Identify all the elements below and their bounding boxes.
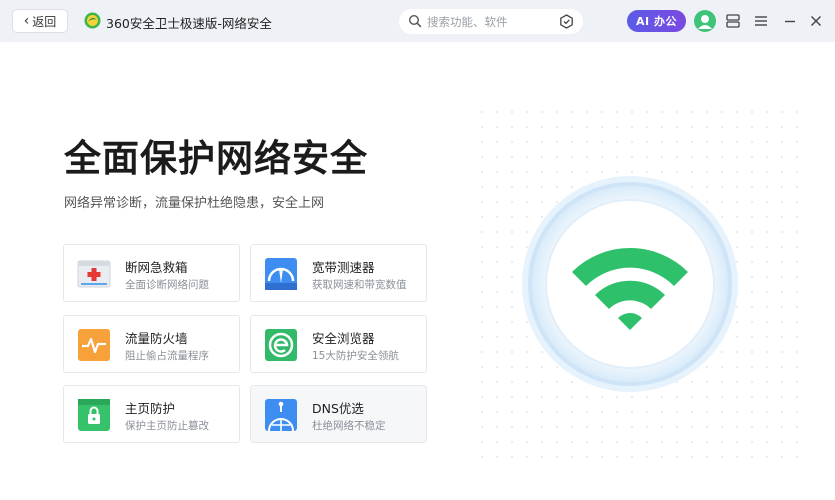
menu-icon[interactable]: [753, 13, 769, 29]
homepage-lock-icon: [78, 399, 110, 431]
app-title: 360安全卫士极速版-网络安全: [106, 16, 272, 31]
tool-card-traffic-firewall[interactable]: 流量防火墙 阻止偷占流量程序: [63, 315, 240, 373]
tool-card-speed-test[interactable]: 宽带测速器 获取网速和带宽数值: [250, 244, 427, 302]
tool-desc: 保护主页防止篡改: [125, 420, 209, 432]
tool-title: 断网急救箱: [125, 260, 188, 275]
tool-title: DNS优选: [312, 401, 364, 416]
browser-icon: [265, 329, 297, 361]
tool-card-secure-browser[interactable]: 安全浏览器 15大防护安全领航: [250, 315, 427, 373]
first-aid-kit-icon: [77, 260, 111, 288]
chevron-left-icon: ‹: [23, 13, 30, 29]
tool-desc: 全面诊断网络问题: [125, 279, 209, 291]
tool-title: 宽带测速器: [312, 260, 375, 275]
tool-card-homepage-protect[interactable]: 主页防护 保护主页防止篡改: [63, 385, 240, 443]
page-title: 全面保护网络安全: [64, 137, 368, 180]
user-icon: [698, 15, 712, 29]
close-icon[interactable]: [808, 13, 824, 29]
title-bar: ‹ 返回 360安全卫士极速版-网络安全 搜索功能、软件 AI 办公: [0, 0, 835, 42]
dns-globe-icon: [265, 399, 297, 432]
search-icon: [408, 14, 422, 28]
tool-desc: 15大防护安全领航: [312, 350, 399, 362]
app-logo-icon: [84, 12, 101, 29]
tool-card-network-rescue[interactable]: 断网急救箱 全面诊断网络问题: [63, 244, 240, 302]
tool-card-dns-optimize[interactable]: DNS优选 杜绝网络不稳定: [250, 385, 427, 443]
tool-title: 流量防火墙: [125, 331, 188, 346]
search-input[interactable]: 搜索功能、软件: [427, 14, 508, 30]
tool-title: 安全浏览器: [312, 331, 375, 346]
minimize-icon[interactable]: [782, 13, 798, 29]
back-button[interactable]: ‹ 返回: [12, 9, 68, 33]
avatar[interactable]: [694, 10, 716, 32]
firewall-icon: [78, 329, 110, 361]
settings-hex-icon[interactable]: [559, 14, 574, 29]
page-subtitle: 网络异常诊断，流量保护杜绝隐患，安全上网: [64, 196, 325, 211]
wifi-illustration: [480, 110, 810, 460]
tool-title: 主页防护: [125, 401, 176, 416]
search-box[interactable]: 搜索功能、软件: [399, 9, 583, 34]
ai-office-button[interactable]: AI 办公: [627, 10, 686, 32]
speedometer-icon: [265, 258, 297, 290]
layout-icon[interactable]: [725, 13, 741, 29]
tool-desc: 杜绝网络不稳定: [312, 420, 386, 432]
tool-desc: 获取网速和带宽数值: [312, 279, 407, 291]
back-label: 返回: [32, 14, 57, 29]
tool-desc: 阻止偷占流量程序: [125, 350, 209, 362]
